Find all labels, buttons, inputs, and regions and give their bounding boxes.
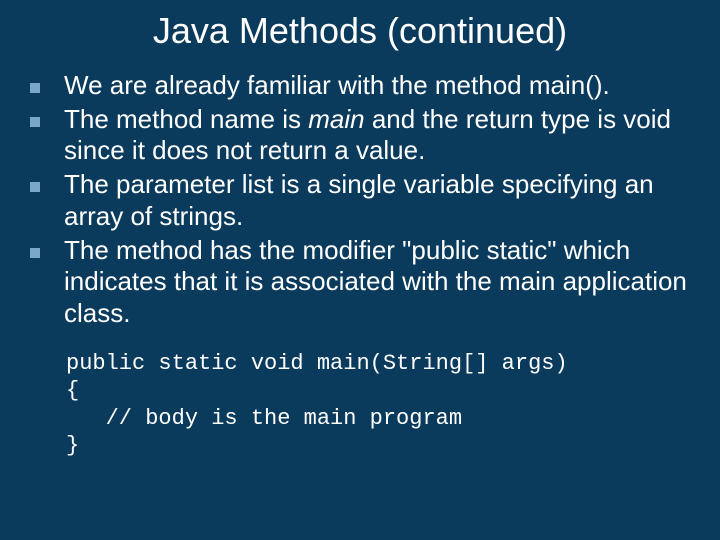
- bullet-icon: [30, 83, 40, 93]
- bullet-list: We are already familiar with the method …: [0, 70, 720, 330]
- text-pre: The method name is: [64, 104, 308, 134]
- list-item: The parameter list is a single variable …: [30, 169, 696, 232]
- bullet-icon: [30, 182, 40, 192]
- bullet-icon: [30, 117, 40, 127]
- text-pre: The method has the modifier "public stat…: [64, 235, 687, 328]
- bullet-text: The method has the modifier "public stat…: [64, 235, 696, 330]
- bullet-text: The method name is main and the return t…: [64, 104, 696, 167]
- slide: Java Methods (continued) We are already …: [0, 0, 720, 540]
- list-item: The method name is main and the return t…: [30, 104, 696, 167]
- bullet-icon: [30, 248, 40, 258]
- bullet-text: The parameter list is a single variable …: [64, 169, 696, 232]
- list-item: We are already familiar with the method …: [30, 70, 696, 102]
- text-italic: main: [308, 104, 364, 134]
- slide-title: Java Methods (continued): [0, 0, 720, 70]
- code-block: public static void main(String[] args) {…: [0, 332, 720, 460]
- list-item: The method has the modifier "public stat…: [30, 235, 696, 330]
- text-pre: We are already familiar with the method …: [64, 70, 610, 100]
- text-pre: The parameter list is a single variable …: [64, 169, 654, 231]
- bullet-text: We are already familiar with the method …: [64, 70, 610, 102]
